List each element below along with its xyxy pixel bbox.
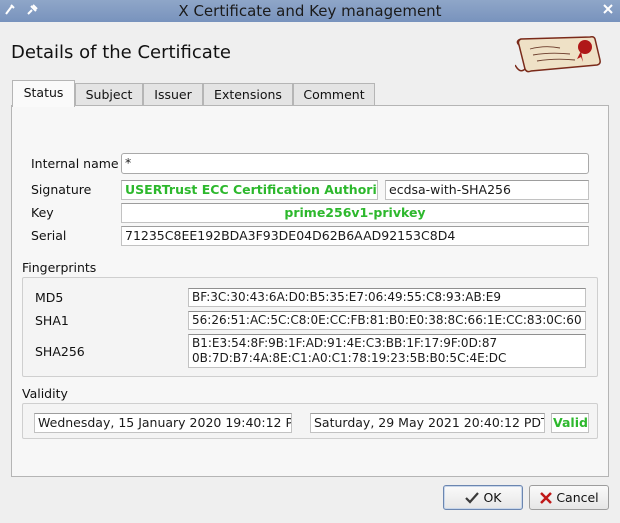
close-icon[interactable] [600, 3, 616, 19]
sha256-line-2: 0B:7D:B7:4A:8E:C1:A0:C1:78:19:23:5B:B0:5… [192, 351, 507, 365]
xca-scroll-logo-icon [515, 36, 601, 73]
sha256-value: B1:E3:54:8F:9B:1F:AD:91:4E:C3:BB:1F:17:9… [188, 334, 586, 368]
internal-name-label: Internal name [31, 156, 119, 171]
window-title: X Certificate and Key management [178, 2, 442, 20]
not-after-value: Saturday, 29 May 2021 20:40:12 PDT [310, 413, 545, 433]
status-panel: Internal name * Signature USERTrust ECC … [11, 105, 609, 477]
validity-state-value: Valid [551, 413, 589, 433]
md5-label: MD5 [35, 290, 64, 305]
cancel-label: Cancel [556, 490, 599, 505]
tab-comment[interactable]: Comment [293, 83, 375, 106]
cancel-x-icon [540, 491, 553, 504]
sha256-label: SHA256 [35, 344, 85, 359]
dialog-title: Details of the Certificate [11, 42, 231, 63]
md5-value: BF:3C:30:43:6A:D0:B5:35:E7:06:49:55:C8:9… [188, 288, 586, 307]
fingerprints-heading: Fingerprints [22, 260, 97, 275]
pin-icon[interactable] [24, 3, 40, 19]
signature-algorithm-value: ecdsa-with-SHA256 [385, 180, 589, 200]
sha1-value: 56:26:51:AC:5C:C8:0E:CC:FB:81:B0:E0:38:8… [188, 311, 586, 330]
not-before-value: Wednesday, 15 January 2020 19:40:12 PST [34, 413, 292, 433]
validity-heading: Validity [22, 386, 68, 401]
signature-label: Signature [31, 182, 92, 197]
tab-subject[interactable]: Subject [75, 83, 143, 106]
tab-extensions[interactable]: Extensions [203, 83, 293, 106]
key-value[interactable]: prime256v1-privkey [121, 203, 589, 223]
ok-label: OK [483, 490, 502, 505]
ok-button[interactable]: OK [443, 485, 523, 510]
internal-name-input[interactable]: * [121, 153, 589, 174]
ok-hand-icon [465, 491, 480, 504]
window-titlebar[interactable]: X Certificate and Key management [0, 0, 620, 22]
window-menu-icon[interactable] [2, 3, 18, 19]
fingerprints-group: MD5 BF:3C:30:43:6A:D0:B5:35:E7:06:49:55:… [22, 277, 598, 377]
validity-group: Wednesday, 15 January 2020 19:40:12 PST … [22, 403, 598, 439]
sha256-line-1: B1:E3:54:8F:9B:1F:AD:91:4E:C3:BB:1F:17:9… [192, 336, 498, 350]
signature-issuer-value: USERTrust ECC Certification Authority [121, 180, 378, 200]
tab-status[interactable]: Status [12, 80, 75, 107]
cancel-button[interactable]: Cancel [529, 485, 609, 510]
key-label: Key [31, 205, 54, 220]
sha1-label: SHA1 [35, 313, 69, 328]
tab-issuer[interactable]: Issuer [143, 83, 203, 106]
serial-label: Serial [31, 228, 67, 243]
serial-value: 71235C8EE192BDA3F93DE04D62B6AAD92153C8D4 [121, 226, 589, 246]
